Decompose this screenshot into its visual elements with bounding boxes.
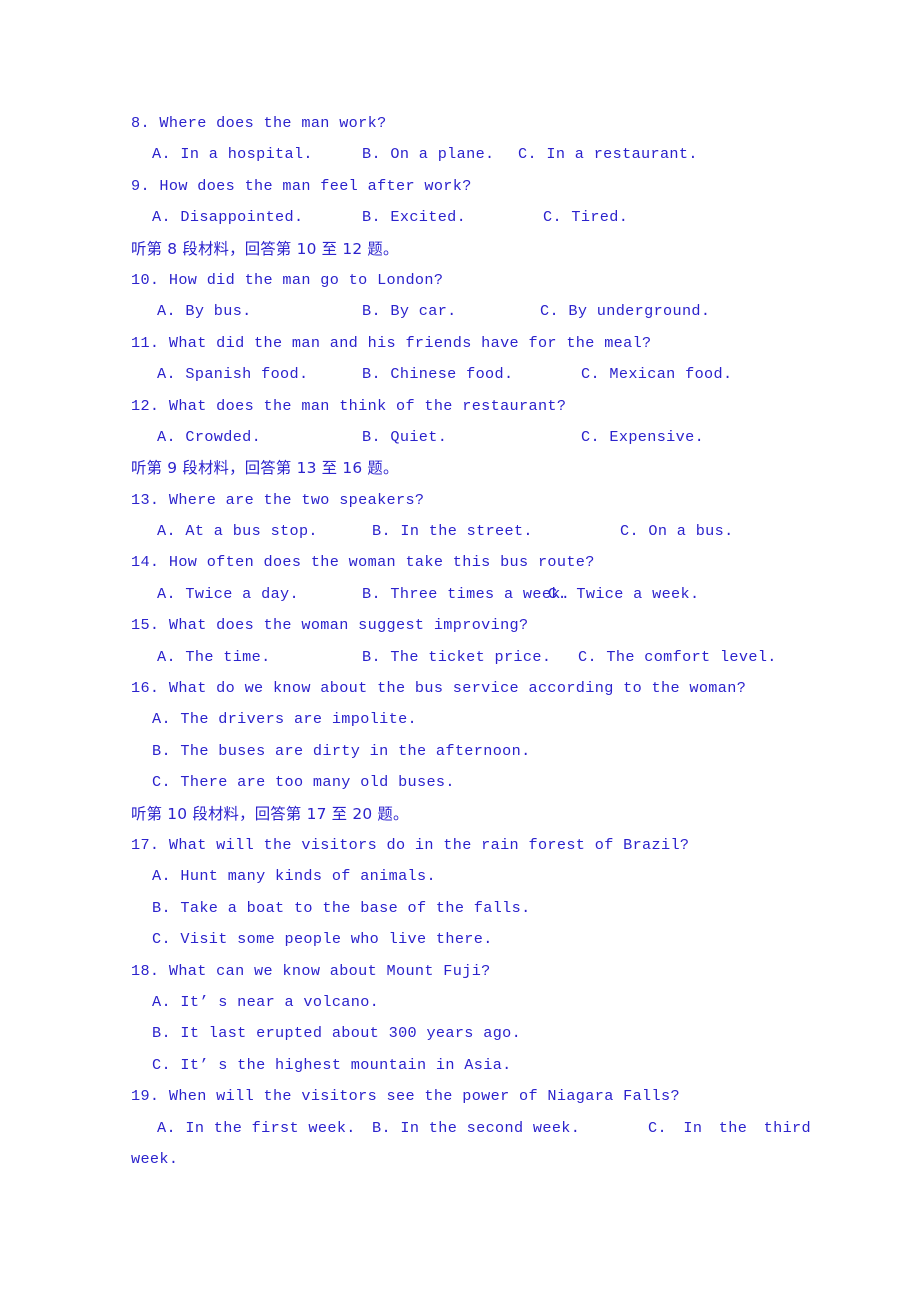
- question-text: 18. What can we know about Mount Fuji?: [131, 961, 491, 980]
- answer-option[interactable]: A. The drivers are impolite.: [131, 704, 791, 735]
- answer-option[interactable]: B. Take a boat to the base of the falls.: [131, 893, 791, 924]
- answer-option[interactable]: A. At a bus stop.: [157, 516, 318, 547]
- answer-option[interactable]: A. In the first week.: [157, 1113, 356, 1144]
- option-row: A. In the first week. B. In the second we…: [131, 1113, 811, 1144]
- option-row: A. The time. B. The ticket price. C. The c…: [131, 642, 791, 673]
- question-list: 8. Where does the man work? A. In a hospi…: [131, 108, 811, 1175]
- answer-option[interactable]: C. It’ s the highest mountain in Asia.: [131, 1050, 791, 1081]
- question-text: 15. What does the woman suggest improvin…: [131, 616, 529, 635]
- answer-option[interactable]: B. In the second week.: [372, 1113, 580, 1144]
- answer-option[interactable]: B. In the street.: [372, 516, 533, 547]
- section-heading: 听第 10 段材料，回答第 17 至 20 题。: [131, 804, 409, 823]
- option-row: A. By bus. B. By car. C. By underground.: [131, 296, 791, 327]
- answer-option[interactable]: B. Quiet.: [362, 422, 447, 453]
- question-text: 8. Where does the man work?: [131, 114, 387, 132]
- option-row: A. Spanish food. B. Chinese food. C. Mexic…: [131, 359, 791, 390]
- answer-option[interactable]: B. The buses are dirty in the afternoon.: [131, 736, 791, 767]
- answer-option[interactable]: C. Mexican food.: [581, 359, 732, 390]
- answer-option[interactable]: A. In a hospital.: [152, 139, 313, 170]
- answer-option[interactable]: B. Three times a week.: [362, 579, 570, 610]
- answer-option[interactable]: B. The ticket price.: [362, 642, 551, 673]
- answer-option[interactable]: A. The time.: [157, 642, 271, 673]
- answer-option[interactable]: C. By underground.: [540, 296, 710, 327]
- answer-option[interactable]: C. The comfort level.: [578, 642, 777, 673]
- answer-option[interactable]: A. Hunt many kinds of animals.: [131, 861, 791, 892]
- answer-option[interactable]: C. There are too many old buses.: [131, 767, 791, 798]
- option-row: A. Twice a day. B. Three times a week. C. …: [131, 579, 791, 610]
- exam-page: 8. Where does the man work? A. In a hospi…: [0, 0, 920, 1302]
- question-text: 10. How did the man go to London?: [131, 270, 444, 289]
- answer-option[interactable]: C. Twice a week.: [548, 579, 699, 610]
- question-text: 16. What do we know about the bus servic…: [131, 679, 747, 698]
- question-text: 17. What will the visitors do in the rai…: [131, 835, 690, 854]
- option-row: A. Crowded. B. Quiet. C. Expensive.: [131, 422, 791, 453]
- answer-option[interactable]: A. Crowded.: [157, 422, 261, 453]
- answer-option[interactable]: C. In the third: [648, 1113, 811, 1144]
- question-text: 12. What does the man think of the resta…: [131, 396, 567, 415]
- question-text: 9. How does the man feel after work?: [131, 176, 472, 195]
- option-row: A. Disappointed. B. Excited. C. Tired.: [131, 202, 791, 233]
- answer-option[interactable]: B. It last erupted about 300 years ago.: [131, 1018, 791, 1049]
- answer-option[interactable]: A. By bus.: [157, 296, 252, 327]
- answer-option[interactable]: C. In a restaurant.: [518, 139, 698, 170]
- answer-option[interactable]: C. Tired.: [543, 202, 628, 233]
- answer-option[interactable]: A. Twice a day.: [157, 579, 299, 610]
- option-row: A. In a hospital. B. On a plane. C. In a r…: [131, 139, 791, 170]
- answer-option[interactable]: B. Chinese food.: [362, 359, 513, 390]
- option-row: A. At a bus stop. B. In the street. C. On …: [131, 516, 791, 547]
- answer-option[interactable]: B. By car.: [362, 296, 457, 327]
- question-text: 11. What did the man and his friends hav…: [131, 333, 652, 352]
- answer-option[interactable]: B. Excited.: [362, 202, 466, 233]
- answer-option[interactable]: B. On a plane.: [362, 139, 495, 170]
- answer-option[interactable]: C. On a bus.: [620, 516, 734, 547]
- answer-option[interactable]: A. It’ s near a volcano.: [131, 987, 791, 1018]
- answer-option[interactable]: C. Expensive.: [581, 422, 704, 453]
- section-heading: 听第 9 段材料，回答第 13 至 16 题。: [131, 459, 399, 478]
- answer-option[interactable]: A. Spanish food.: [157, 359, 308, 390]
- question-text: 13. Where are the two speakers?: [131, 490, 425, 509]
- option-wrap-line: week.: [131, 1149, 179, 1168]
- answer-option[interactable]: C. Visit some people who live there.: [131, 924, 791, 955]
- question-text: 14. How often does the woman take this b…: [131, 553, 595, 572]
- answer-option[interactable]: A. Disappointed.: [152, 202, 303, 233]
- section-heading: 听第 8 段材料，回答第 10 至 12 题。: [131, 239, 399, 258]
- question-text: 19. When will the visitors see the power…: [131, 1087, 680, 1106]
